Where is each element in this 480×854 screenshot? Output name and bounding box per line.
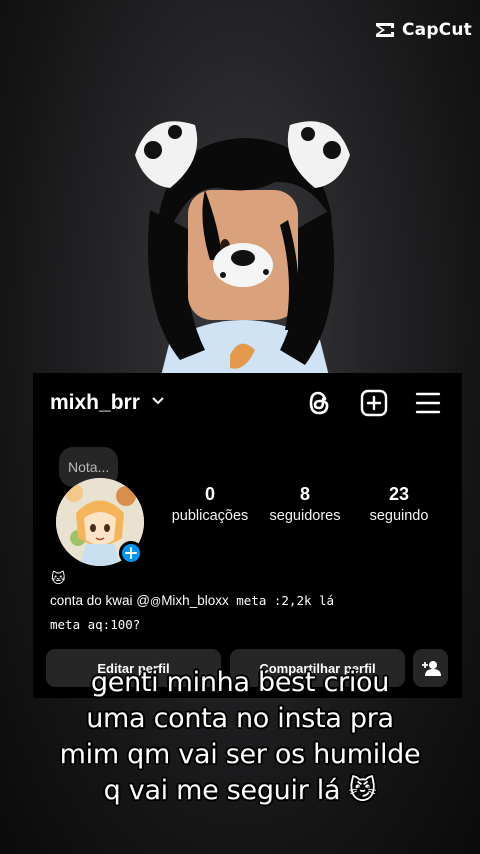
add-story-button[interactable]: [119, 541, 143, 565]
stat-label: seguidores: [269, 508, 341, 524]
threads-mini-icon: @: [150, 596, 162, 608]
capcut-brand-text: CapCut: [401, 20, 472, 40]
bio-goal-text: meta :2,2k lá: [228, 593, 335, 608]
profile-header: mixh_brr: [33, 373, 462, 433]
stat-value: 8: [299, 484, 310, 504]
stat-followers[interactable]: 8 seguidores: [255, 484, 355, 524]
add-post-icon[interactable]: [360, 389, 388, 417]
profile-username[interactable]: mixh_brr: [50, 391, 140, 415]
threads-icon[interactable]: [306, 389, 332, 417]
stat-following[interactable]: 23 seguindo: [349, 484, 449, 524]
stat-label: publicações: [171, 508, 249, 524]
capcut-logo-icon: [375, 23, 394, 37]
menu-icon[interactable]: [415, 391, 441, 415]
stat-value: 0: [204, 484, 215, 504]
plus-icon: [125, 547, 137, 559]
bio-handle-text: Mixh_bloxx: [161, 593, 229, 608]
bio-emoji: 🐱: [51, 571, 66, 587]
avatar-character: [135, 121, 350, 380]
caption-line: genti minha best criou: [90, 667, 390, 698]
bio-handle[interactable]: @Mixh_bloxx: [150, 593, 229, 608]
stat-posts[interactable]: 0 publicações: [160, 484, 260, 524]
stat-value: 23: [388, 484, 410, 504]
chevron-down-icon[interactable]: [151, 395, 165, 407]
stat-label: seguindo: [369, 508, 429, 524]
bio-line: meta aq:100?: [50, 617, 141, 632]
note-placeholder: Nota...: [68, 459, 110, 475]
bio-line: conta do kwai @@Mixh_bloxx meta :2,2k lá: [50, 593, 334, 608]
caption-line: uma conta no insta pra: [86, 703, 394, 734]
instagram-profile-screenshot: mixh_brr Nota... 0 publicações 8 seguido…: [33, 373, 462, 698]
capcut-watermark: CapCut: [373, 20, 472, 40]
video-caption: genti minha best criou uma conta no inst…: [0, 665, 480, 809]
caption-line: mim qm vai ser os humilde: [59, 739, 421, 770]
caption-line: q vai me seguir lá 😼: [103, 775, 377, 806]
bio-text: conta do kwai @: [50, 593, 151, 608]
